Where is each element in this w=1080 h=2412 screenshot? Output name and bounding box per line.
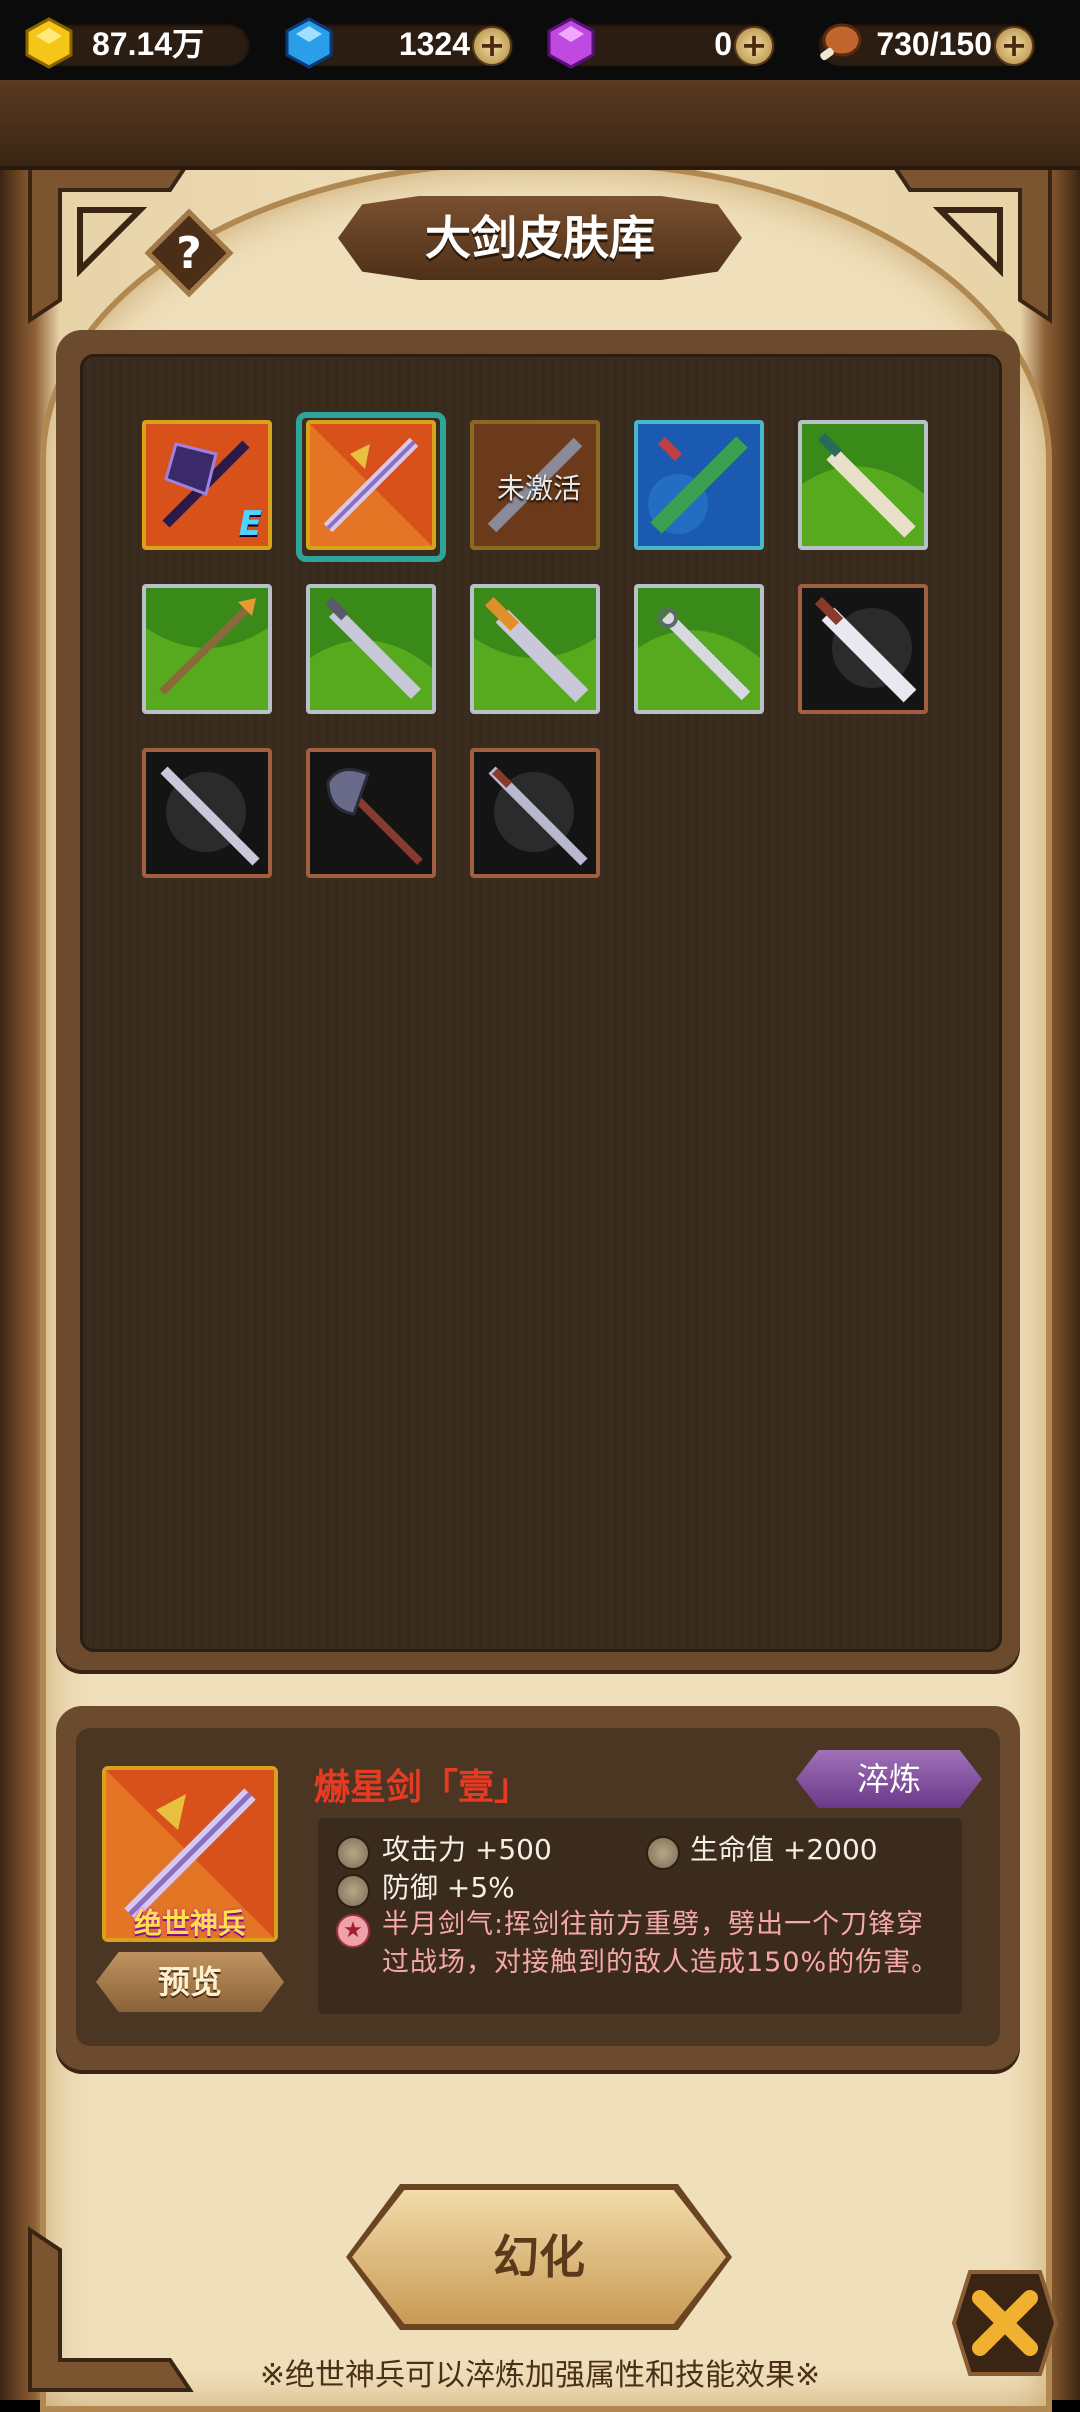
skin-slot-3[interactable]: 未激活	[470, 420, 600, 550]
add-gems-button[interactable]: +	[472, 26, 512, 66]
green-sword-skin-icon	[802, 424, 924, 546]
green-longsword-skin-icon	[638, 588, 760, 710]
stamina-value: 730/150	[876, 26, 992, 62]
iron-sword-skin-icon	[802, 588, 924, 710]
skin-slot-13[interactable]	[470, 748, 600, 878]
skin-slot-9[interactable]	[634, 584, 764, 714]
purple-crystal-icon	[547, 17, 595, 69]
skin-slot-8[interactable]	[470, 584, 600, 714]
skin-slot-5[interactable]	[798, 420, 928, 550]
green-broadsword-skin-icon	[474, 588, 596, 710]
skin-slot-1[interactable]: E	[142, 420, 272, 550]
star-sword-skin-icon	[310, 424, 432, 546]
page-title: 大剑皮肤库	[425, 211, 655, 265]
stat-health: 生命值 +2000	[690, 1833, 878, 1866]
skin-slot-4[interactable]	[634, 420, 764, 550]
crystal-value: 0	[714, 26, 732, 62]
blue-gem-icon	[285, 17, 333, 69]
rank-badge: E	[238, 504, 262, 544]
green-spear-skin-icon	[146, 588, 268, 710]
stat-defense: 防御 +5%	[382, 1871, 515, 1904]
corner-ornament-icon	[886, 158, 1052, 324]
stat-bullet-icon	[646, 1836, 680, 1870]
stamina-counter: 730/150 +	[818, 22, 1036, 66]
gold-icon	[25, 17, 73, 69]
preview-button-label: 预览	[157, 1963, 222, 2001]
iron-glaive-skin-icon	[474, 752, 596, 874]
gem-counter: 1324 +	[285, 17, 514, 69]
iron-axe-skin-icon	[310, 752, 432, 874]
stat-bullet-icon	[336, 1874, 370, 1908]
close-button[interactable]	[950, 2268, 1060, 2378]
skin-slot-6[interactable]	[142, 584, 272, 714]
skin-slot-11[interactable]	[142, 748, 272, 878]
svg-text:?: ?	[176, 228, 202, 279]
jade-sword-skin-icon	[638, 424, 760, 546]
iron-spear-skin-icon	[146, 752, 268, 874]
skin-name: 爀星剑「壹」	[314, 1767, 531, 1808]
gem-value: 1324	[398, 26, 470, 62]
crystal-counter: 0 +	[547, 17, 776, 69]
skin-slot-12[interactable]	[306, 748, 436, 878]
resource-bar	[0, 80, 1080, 170]
help-button[interactable]: ?	[144, 208, 234, 298]
skin-slot-2[interactable]	[306, 420, 436, 550]
add-crystals-button[interactable]: +	[734, 26, 774, 66]
skill-description: 半月剑气:挥剑往前方重劈，劈出一个刀锋穿过战场，对接触到的敌人造成150%的伤害…	[382, 1909, 940, 1978]
rarity-label: 绝世神兵	[133, 1907, 246, 1940]
unactivated-label: 未激活	[496, 472, 581, 505]
footnote: ※绝世神兵可以淬炼加强属性和技能效果※	[259, 2358, 821, 2393]
refine-button-label: 淬炼	[856, 1760, 921, 1798]
stat-attack: 攻击力 +500	[382, 1833, 552, 1866]
meat-icon	[820, 23, 862, 61]
gold-value: 87.14万	[92, 26, 205, 62]
stat-bullet-icon	[336, 1836, 370, 1870]
skin-slot-10[interactable]	[798, 584, 928, 714]
add-stamina-button[interactable]: +	[994, 26, 1034, 66]
green-blade-skin-icon	[310, 588, 432, 710]
skill-star-icon: ★	[336, 1914, 370, 1948]
transform-button-label: 幻化	[493, 2230, 585, 2284]
gold-counter: 87.14万	[25, 17, 250, 69]
skin-slot-7[interactable]	[306, 584, 436, 714]
